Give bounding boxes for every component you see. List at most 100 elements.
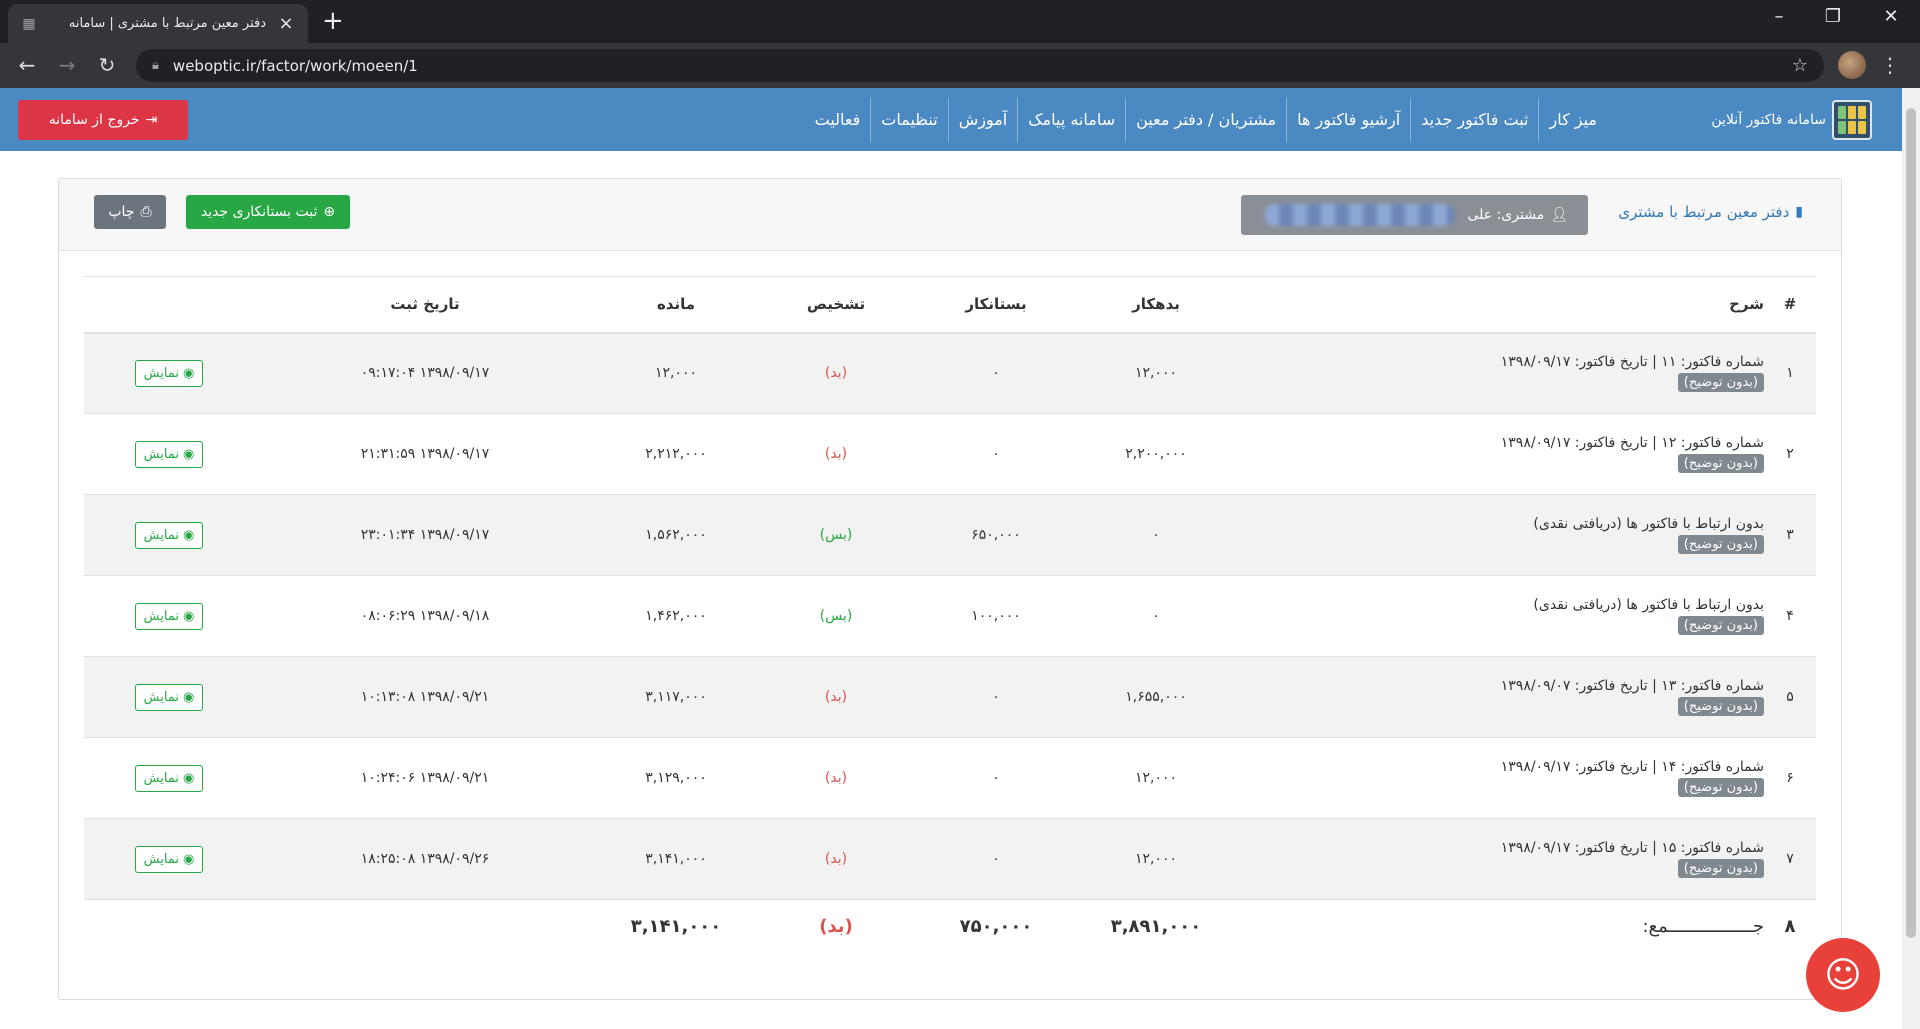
row-status: (بد) [756, 332, 916, 414]
row-status: (بس) [756, 575, 916, 657]
no-description-badge: (بدون توضیح) [1677, 859, 1764, 878]
table-row: ۱ شماره فاکتور: ۱۱ | تاریخ فاکتور: ۱۳۹۸/۰… [84, 332, 1816, 414]
eye-icon: ◉ [182, 608, 195, 624]
show-label: نمایش [143, 770, 179, 786]
close-window-icon[interactable]: ✕ [1868, 6, 1914, 27]
cash-register-logo-icon [1832, 100, 1872, 140]
ledger-card: ▮ دفتر معین مرتبط با مشتری 👤︎ مشتری: علی… [58, 178, 1842, 1000]
row-status: (بد) [756, 656, 916, 738]
table-row: ۷ شماره فاکتور: ۱۵ | تاریخ فاکتور: ۱۳۹۸/۰… [84, 818, 1816, 900]
row-description: بدون ارتباط با فاکتور ها (دریافتی نقدی) (… [1236, 494, 1764, 576]
row-balance: ۲,۲۱۲,۰۰۰ [596, 413, 756, 495]
row-date: ۱۳۹۸/۰۹/۲۱ ۱۰:۲۴:۰۶ [254, 737, 596, 819]
row-date: ۱۳۹۸/۰۹/۲۶ ۱۸:۲۵:۰۸ [254, 818, 596, 900]
ledger-table: # شرح بدهکار بستانکار تشخیص مانده تاریخ … [84, 276, 1816, 954]
page-scrollbar[interactable] [1902, 88, 1920, 1029]
row-index: ۷ [1764, 818, 1816, 900]
menu-dots-icon[interactable]: ⋮ [1880, 53, 1900, 77]
row-description: شماره فاکتور: ۱۱ | تاریخ فاکتور: ۱۳۹۸/۰۹… [1236, 332, 1764, 414]
new-tab-icon[interactable]: + [322, 8, 344, 34]
profile-avatar[interactable] [1838, 51, 1866, 79]
row-date: ۱۳۹۸/۰۹/۱۷ ۰۹:۱۷:۰۴ [254, 332, 596, 414]
nav-new-invoice[interactable]: ثبت فاکتور جدید [1411, 98, 1538, 142]
header-index: # [1764, 276, 1816, 334]
header-credit: بستانکار [916, 276, 1076, 334]
lock-icon: 🔒︎ [152, 58, 159, 73]
bookmark-star-icon[interactable]: ☆ [1792, 55, 1808, 76]
row-action: ◉ نمایش [84, 494, 254, 576]
table-row: ۴ بدون ارتباط با فاکتور ها (دریافتی نقدی)… [84, 575, 1816, 657]
show-button[interactable]: ◉ نمایش [134, 602, 204, 630]
row-date: ۱۳۹۸/۰۹/۱۷ ۲۱:۳۱:۵۹ [254, 413, 596, 495]
forward-icon[interactable]: → [54, 53, 80, 77]
total-row: ۸ جــــــــــــــــمع: ۳,۸۹۱,۰۰۰ ۷۵۰,۰۰۰… [84, 899, 1816, 954]
nav-links: میز کار ثبت فاکتور جدید آرشیو فاکتور ها … [805, 88, 1607, 151]
close-tab-icon[interactable]: × [276, 13, 296, 34]
printer-icon: ⎙ [140, 204, 152, 220]
reload-icon[interactable]: ↻ [94, 53, 120, 77]
total-label: جــــــــــــــــمع: [1236, 899, 1764, 954]
row-index: ۲ [1764, 413, 1816, 495]
app-navbar: سامانه فاکتور آنلاین میز کار ثبت فاکتور … [0, 88, 1902, 151]
back-icon[interactable]: ← [14, 53, 40, 77]
total-balance: ۳,۱۴۱,۰۰۰ [596, 899, 756, 954]
row-action: ◉ نمایش [84, 737, 254, 819]
address-bar[interactable]: 🔒︎ weboptic.ir/factor/work/moeen/1 ☆ [136, 49, 1824, 82]
row-action: ◉ نمایش [84, 332, 254, 414]
chat-widget-button[interactable]: ☺ [1806, 938, 1880, 1012]
card-title[interactable]: ▮ دفتر معین مرتبط با مشتری [1618, 203, 1803, 221]
row-description-text: بدون ارتباط با فاکتور ها (دریافتی نقدی) [1533, 516, 1764, 532]
row-credit: ۱۰۰,۰۰۰ [916, 575, 1076, 657]
row-debit: ۲,۲۰۰,۰۰۰ [1076, 413, 1236, 495]
table-row: ۲ شماره فاکتور: ۱۲ | تاریخ فاکتور: ۱۳۹۸/۰… [84, 413, 1816, 495]
browser-tab[interactable]: ▦ دفتر معین مرتبط با مشتری | سامانه × [8, 4, 308, 43]
row-index: ۴ [1764, 575, 1816, 657]
chat-icon: ☺ [1824, 954, 1862, 996]
brand[interactable]: سامانه فاکتور آنلاین [1711, 100, 1872, 140]
browser-toolbar: ← → ↻ 🔒︎ weboptic.ir/factor/work/moeen/1… [0, 43, 1920, 88]
show-button[interactable]: ◉ نمایش [134, 440, 204, 468]
url-text[interactable]: weboptic.ir/factor/work/moeen/1 [173, 57, 1792, 75]
nav-activity[interactable]: فعالیت [805, 98, 871, 142]
row-balance: ۱۲,۰۰۰ [596, 332, 756, 414]
logout-button[interactable]: خروج از سامانه ⇥ [18, 100, 188, 140]
scrollbar-thumb[interactable] [1906, 108, 1916, 938]
print-button[interactable]: ⎙ چاپ [94, 195, 166, 229]
show-button[interactable]: ◉ نمایش [134, 764, 204, 792]
row-debit: ۰ [1076, 494, 1236, 576]
row-debit: ۱۲,۰۰۰ [1076, 737, 1236, 819]
new-credit-button[interactable]: ⊕ ثبت بستانکاری جدید [186, 195, 350, 229]
show-button[interactable]: ◉ نمایش [134, 359, 204, 387]
row-debit: ۱۲,۰۰۰ [1076, 332, 1236, 414]
nav-tutorial[interactable]: آموزش [949, 98, 1018, 142]
nav-invoice-archive[interactable]: آرشیو فاکتور ها [1287, 98, 1410, 142]
no-description-badge: (بدون توضیح) [1677, 535, 1764, 554]
show-label: نمایش [143, 446, 179, 462]
row-status: (بد) [756, 413, 916, 495]
logout-label: خروج از سامانه [48, 112, 140, 128]
show-button[interactable]: ◉ نمایش [134, 521, 204, 549]
row-credit: ۶۵۰,۰۰۰ [916, 494, 1076, 576]
row-date: ۱۳۹۸/۰۹/۲۱ ۱۰:۱۳:۰۸ [254, 656, 596, 738]
nav-settings[interactable]: تنظیمات [871, 98, 947, 142]
show-button[interactable]: ◉ نمایش [134, 683, 204, 711]
row-description-text: بدون ارتباط با فاکتور ها (دریافتی نقدی) [1533, 597, 1764, 613]
total-credit: ۷۵۰,۰۰۰ [916, 899, 1076, 954]
row-description: شماره فاکتور: ۱۳ | تاریخ فاکتور: ۱۳۹۸/۰۹… [1236, 656, 1764, 738]
row-action: ◉ نمایش [84, 575, 254, 657]
print-label: چاپ [108, 204, 135, 220]
show-button[interactable]: ◉ نمایش [134, 845, 204, 873]
row-balance: ۳,۱۲۹,۰۰۰ [596, 737, 756, 819]
nav-customers-ledger[interactable]: مشتریان / دفتر معین [1126, 98, 1286, 142]
table-row: ۶ شماره فاکتور: ۱۴ | تاریخ فاکتور: ۱۳۹۸/۰… [84, 737, 1816, 819]
row-index: ۳ [1764, 494, 1816, 576]
nav-dashboard[interactable]: میز کار [1539, 98, 1607, 142]
sign-out-icon: ⇥ [145, 112, 158, 128]
plus-circle-icon: ⊕ [323, 204, 336, 220]
minimize-icon[interactable]: – [1756, 6, 1802, 27]
nav-sms-system[interactable]: سامانه پیامک [1018, 98, 1125, 142]
no-description-badge: (بدون توضیح) [1677, 778, 1764, 797]
row-credit: ۰ [916, 818, 1076, 900]
restore-icon[interactable]: ❐ [1810, 6, 1856, 27]
show-label: نمایش [143, 851, 179, 867]
